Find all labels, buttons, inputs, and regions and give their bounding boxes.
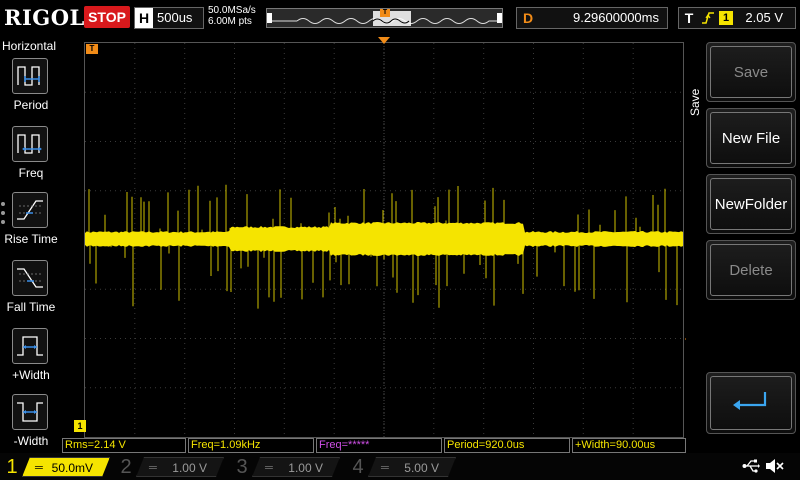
measure-rise-time-button[interactable]: Rise Time <box>0 192 62 254</box>
timebase-label: H <box>135 8 153 28</box>
channel-scale-value: 1.00 V <box>288 461 323 475</box>
speaker-muted-icon[interactable] <box>764 457 784 475</box>
graticule <box>85 43 683 437</box>
softkey-label: Delete <box>729 261 773 279</box>
menu-item-label: Period <box>13 98 49 112</box>
trigger-position-glyph: T <box>380 9 390 17</box>
softkey-label: New File <box>721 129 781 147</box>
dc-coupling-icon: ═ <box>35 462 43 474</box>
timebase-value: 500us <box>157 10 193 25</box>
frequency-icon <box>12 126 48 162</box>
channel-scale-box: ═ 50.0mV <box>22 457 110 477</box>
measure-fall-time-button[interactable]: Fall Time <box>0 260 62 322</box>
measure-positive-width-button[interactable]: +Width <box>0 328 62 390</box>
trigger-position-marker[interactable] <box>378 37 390 45</box>
return-button[interactable] <box>706 372 796 434</box>
channel-3-button[interactable]: 3 ═ 1.00 V <box>232 455 344 479</box>
period-icon <box>12 58 48 94</box>
status-bar: RIGOL STOP H 500us 50.0MSa/s 6.00M pts T… <box>0 0 800 36</box>
channel-4-button[interactable]: 4 ═ 5.00 V <box>348 455 460 479</box>
channel-number: 2 <box>120 456 132 478</box>
menu-title: Save <box>688 88 702 116</box>
channel-scale-value: 5.00 V <box>404 461 439 475</box>
measurement-item[interactable]: Rms=2.14 V <box>62 438 186 453</box>
trigger-source-badge: 1 <box>719 11 733 25</box>
trigger-level-value: 2.05 V <box>745 10 783 25</box>
delay-label: D <box>522 10 534 26</box>
menu-item-label: Freq <box>18 166 44 180</box>
channel-2-button[interactable]: 2 ═ 1.00 V <box>116 455 228 479</box>
measure-negative-width-button[interactable]: -Width <box>0 394 62 456</box>
usb-icon <box>742 459 760 473</box>
delay-value: 9.29600000ms <box>572 10 659 25</box>
channel-scale-box: ═ 5.00 V <box>368 457 456 477</box>
ch1-offset-marker[interactable]: 1 <box>74 420 86 432</box>
sample-rate: 50.0MSa/s <box>208 5 256 16</box>
channel-bar: 1 ═ 50.0mV 2 ═ 1.00 V 3 ═ 1.00 V 4 ═ 5.00 V <box>0 453 800 480</box>
menu-item-label: Rise Time <box>4 232 58 246</box>
menu-item-label: +Width <box>12 368 50 382</box>
brand-logo: RIGOL <box>4 5 85 30</box>
delete-button[interactable]: Delete <box>706 240 796 300</box>
return-icon <box>707 373 795 433</box>
menu-item-label: Fall Time <box>6 300 56 314</box>
rise-time-icon <box>12 192 48 228</box>
menu-title: Horizontal <box>2 39 57 53</box>
trigger-display[interactable]: T 1 2.05 V <box>678 7 796 29</box>
channel-scale-value: 1.00 V <box>172 461 207 475</box>
channel-scale-value: 50.0mV <box>51 461 93 475</box>
channel-scale-box: ═ 1.00 V <box>136 457 224 477</box>
trigger-label: T <box>684 10 694 26</box>
measurement-item[interactable]: Period=920.0us <box>444 438 570 453</box>
dc-coupling-icon: ═ <box>149 462 157 474</box>
rising-edge-icon <box>701 10 715 26</box>
measurement-item[interactable]: Freq=1.09kHz <box>188 438 314 453</box>
dc-coupling-icon: ═ <box>381 462 389 474</box>
waveform-display[interactable] <box>84 42 684 438</box>
softkey-label: NewFolder <box>714 195 788 213</box>
horizontal-delay-display[interactable]: D 9.29600000ms <box>516 7 668 29</box>
menu-item-label: -Width <box>13 434 49 448</box>
memory-depth: 6.00M pts <box>208 16 252 27</box>
channel-number: 3 <box>236 456 248 478</box>
horizontal-measure-menu: Horizontal Period Freq Rise Time Fall Ti… <box>0 36 62 452</box>
fall-time-icon <box>12 260 48 296</box>
measurement-item[interactable]: +Width=90.00us <box>572 438 686 453</box>
memory-position-bar[interactable]: T <box>266 8 503 28</box>
timebase-display[interactable]: H 500us <box>134 7 204 29</box>
softkey-label: Save <box>733 63 769 81</box>
run-stop-indicator[interactable]: STOP <box>84 6 130 28</box>
measure-period-button[interactable]: Period <box>0 58 62 120</box>
channel-number: 1 <box>6 456 18 478</box>
acquisition-info: 50.0MSa/s 6.00M pts <box>208 5 256 27</box>
channel-1-button[interactable]: 1 ═ 50.0mV <box>2 455 114 479</box>
measurement-item[interactable]: Freq=***** <box>316 438 442 453</box>
save-button[interactable]: Save <box>706 42 796 102</box>
trigger-time-marker[interactable]: T <box>86 44 98 54</box>
channel-scale-box: ═ 1.00 V <box>252 457 340 477</box>
new-file-button[interactable]: New File <box>706 108 796 168</box>
measure-frequency-button[interactable]: Freq <box>0 126 62 188</box>
dc-coupling-icon: ═ <box>265 462 273 474</box>
negative-width-icon <box>12 394 48 430</box>
save-menu: Save Save New File NewFolder Delete <box>686 36 800 452</box>
new-folder-button[interactable]: NewFolder <box>706 174 796 234</box>
channel-number: 4 <box>352 456 364 478</box>
measurement-bar: Rms=2.14 V Freq=1.09kHz Freq=***** Period=9… <box>62 438 686 453</box>
positive-width-icon <box>12 328 48 364</box>
